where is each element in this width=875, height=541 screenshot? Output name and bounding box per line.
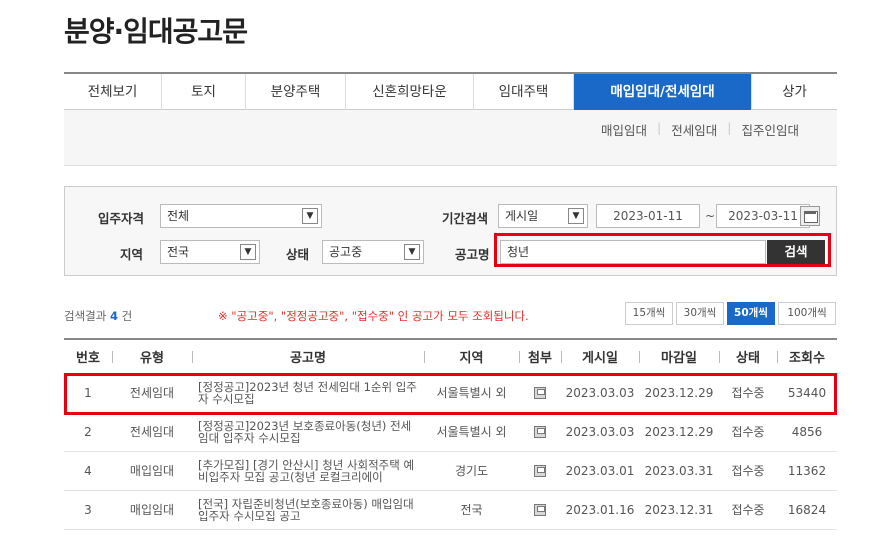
keyword-label: 공고명 (455, 247, 490, 262)
row-views: 16824 (777, 490, 837, 530)
chevron-down-icon: ▼ (240, 244, 256, 260)
status-notice: ※ "공고중", "정정공고중", "접수중" 인 공고가 모두 조회됩니다. (218, 309, 529, 323)
header-region: 지역 (424, 339, 519, 374)
subnav-purchase-rental[interactable]: 매입임대 (601, 120, 647, 139)
tab-land[interactable]: 토지 (162, 74, 246, 110)
chevron-down-icon: ▼ (302, 208, 318, 224)
qualification-select[interactable]: 전체 ▼ (160, 204, 322, 228)
per-page-100-button[interactable]: 100개씩 (778, 302, 836, 325)
subnav-landlord-rental[interactable]: 집주인임대 (741, 120, 799, 139)
result-count-suffix: 건 (121, 309, 133, 323)
period-label: 기간검색 (442, 211, 489, 226)
status-select[interactable]: 공고중 ▼ (322, 240, 424, 264)
tab-sale-housing[interactable]: 분양주택 (246, 74, 346, 110)
region-value: 전국 (167, 245, 190, 259)
date-from-input[interactable]: 2023-01-11 (596, 204, 700, 228)
search-highlight-box (494, 233, 831, 267)
chevron-down-icon: ▼ (568, 208, 584, 224)
period-type-value: 게시일 (505, 209, 539, 223)
result-count: 검색결과 4 건 (64, 308, 132, 324)
qualification-label: 입주자격 (98, 211, 145, 226)
row-attachment (519, 451, 561, 491)
table-header-row: 번호 유형 공고명 지역 첨부 게시일 마감일 상태 조회수 (64, 339, 837, 374)
table-row[interactable]: 2 전세임대 [정정공고]2023년 보호종료아동(청년) 전세임대 입주자 수… (64, 412, 837, 452)
chevron-down-icon: ▼ (404, 244, 420, 260)
per-page-selector: 15개씩 30개씩 50개씩 100개씩 (622, 302, 836, 325)
row-views: 11362 (777, 451, 837, 491)
row-no: 3 (64, 490, 112, 530)
header-type: 유형 (112, 339, 192, 374)
row-type: 매입임대 (112, 490, 192, 530)
page-title: 분양·임대공고문 (64, 15, 248, 48)
row-deadline: 2023.03.31 (639, 451, 719, 491)
region-label: 지역 (120, 247, 144, 262)
header-attachment: 첨부 (519, 339, 561, 374)
file-icon[interactable] (534, 504, 546, 516)
row-deadline: 2023.12.31 (639, 490, 719, 530)
row-no: 2 (64, 412, 112, 452)
status-label: 상태 (286, 247, 310, 262)
table-row[interactable]: 3 매입임대 [전국] 자립준비청년(보호종료아동) 매입임대 입주자 수시모집… (64, 490, 837, 530)
tab-newlywed-town[interactable]: 신혼희망타운 (346, 74, 474, 110)
row-status: 접수중 (719, 412, 777, 452)
date-to-input[interactable]: 2023-03-11 (716, 204, 810, 228)
table-row[interactable]: 4 매입임대 [추가모집] [경기 안산시] 청년 사회적주택 예비입주자 모집… (64, 451, 837, 491)
subnav-box: 매입임대 | 전세임대 | 집주인임대 (64, 110, 837, 166)
row-title-link[interactable]: [정정공고]2023년 보호종료아동(청년) 전세임대 입주자 수시모집 (198, 420, 418, 444)
tab-all[interactable]: 전체보기 (64, 74, 162, 110)
row-posted: 2023.03.03 (561, 412, 639, 452)
per-page-15-button[interactable]: 15개씩 (625, 302, 673, 325)
row-no: 4 (64, 451, 112, 491)
row-title-cell: [추가모집] [경기 안산시] 청년 사회적주택 예비입주자 모집 공고(청년 … (192, 451, 424, 491)
status-value: 공고중 (329, 245, 363, 259)
file-icon[interactable] (534, 465, 546, 477)
subnav: 매입임대 | 전세임대 | 집주인임대 (601, 120, 799, 139)
header-posted: 게시일 (561, 339, 639, 374)
row-region: 경기도 (424, 451, 519, 491)
row-status: 접수중 (719, 451, 777, 491)
tab-commercial[interactable]: 상가 (752, 74, 837, 110)
tab-rental-housing[interactable]: 임대주택 (474, 74, 574, 110)
row-deadline: 2023.12.29 (639, 412, 719, 452)
region-select[interactable]: 전국 ▼ (160, 240, 260, 264)
header-status: 상태 (719, 339, 777, 374)
subnav-jeonse-rental[interactable]: 전세임대 (671, 120, 717, 139)
row-type: 전세임대 (112, 412, 192, 452)
subnav-separator: | (657, 120, 662, 135)
row-highlight-box (64, 373, 837, 415)
file-icon[interactable] (534, 426, 546, 438)
header-title: 공고명 (192, 339, 424, 374)
row-title-link[interactable]: [추가모집] [경기 안산시] 청년 사회적주택 예비입주자 모집 공고(청년 … (198, 459, 418, 483)
row-posted: 2023.01.16 (561, 490, 639, 530)
row-title-link[interactable]: [전국] 자립준비청년(보호종료아동) 매입임대 입주자 수시모집 공고 (198, 498, 418, 522)
result-count-number: 4 (109, 309, 118, 323)
row-title-cell: [정정공고]2023년 보호종료아동(청년) 전세임대 입주자 수시모집 (192, 412, 424, 452)
subnav-separator: | (727, 120, 732, 135)
results-table: 번호 유형 공고명 지역 첨부 게시일 마감일 상태 조회수 1 전세임대 [정… (64, 338, 837, 530)
date-separator: ~ (705, 209, 716, 223)
row-title-cell: [전국] 자립준비청년(보호종료아동) 매입임대 입주자 수시모집 공고 (192, 490, 424, 530)
calendar-icon[interactable] (800, 206, 820, 226)
row-views: 4856 (777, 412, 837, 452)
row-attachment (519, 412, 561, 452)
row-status: 접수중 (719, 490, 777, 530)
row-type: 매입임대 (112, 451, 192, 491)
qualification-value: 전체 (167, 209, 190, 223)
row-attachment (519, 490, 561, 530)
per-page-30-button[interactable]: 30개씩 (676, 302, 724, 325)
per-page-50-button[interactable]: 50개씩 (727, 302, 775, 325)
row-region: 전국 (424, 490, 519, 530)
category-tabs: 전체보기 토지 분양주택 신혼희망타운 임대주택 매입임대/전세임대 상가 (64, 72, 837, 110)
result-count-prefix: 검색결과 (64, 309, 107, 323)
header-no: 번호 (64, 339, 112, 374)
header-deadline: 마감일 (639, 339, 719, 374)
tab-purchase-jeonse-rental[interactable]: 매입임대/전세임대 (574, 74, 752, 110)
header-views: 조회수 (777, 339, 837, 374)
period-type-select[interactable]: 게시일 ▼ (498, 204, 588, 228)
row-region: 서울특별시 외 (424, 412, 519, 452)
row-posted: 2023.03.01 (561, 451, 639, 491)
